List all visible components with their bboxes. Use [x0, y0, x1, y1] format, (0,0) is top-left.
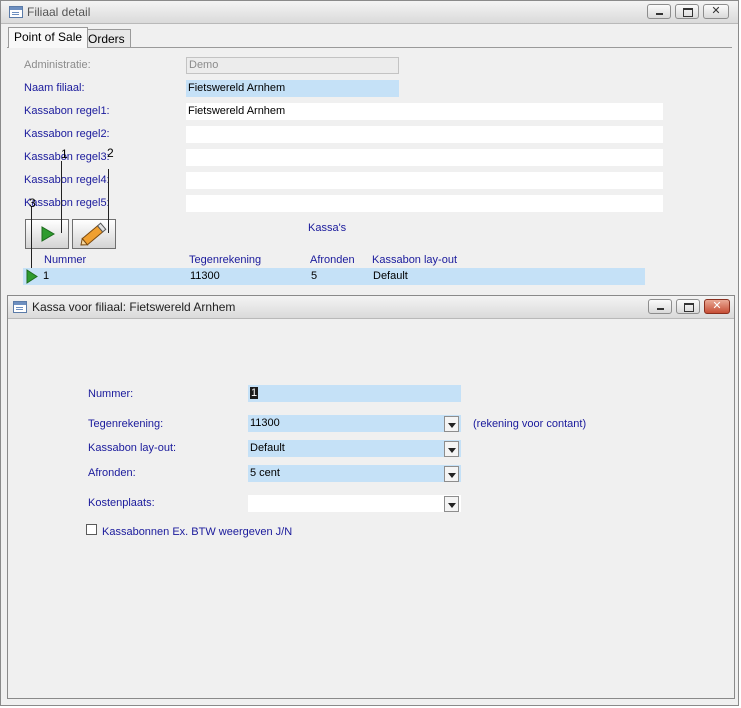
kassa-close-button[interactable] [704, 299, 730, 314]
callout-1: 1 [61, 147, 68, 161]
close-button[interactable] [703, 4, 729, 19]
ex-btw-checkbox[interactable] [86, 524, 97, 535]
maximize-button[interactable] [675, 4, 699, 19]
cell-kassabon-layout: Default [373, 270, 408, 282]
kassas-subform-title: Kassa's [308, 222, 347, 234]
kostenplaats-dropdown-arrow[interactable] [444, 496, 459, 512]
afronden-label: Afronden: [88, 467, 136, 479]
table-row[interactable] [23, 268, 645, 285]
minimize-button[interactable] [647, 4, 671, 19]
afronden-dropdown-arrow[interactable] [444, 466, 459, 482]
col-header-tegenrekening: Tegenrekening [189, 254, 262, 266]
form-window-icon [9, 6, 23, 18]
main-title-bar[interactable]: Filiaal detail [1, 1, 738, 24]
afronden-select[interactable]: 5 cent [248, 465, 461, 482]
kostenplaats-label: Kostenplaats: [88, 497, 155, 509]
naam-filiaal-input[interactable]: Fietswereld Arnhem [186, 80, 399, 97]
nummer-label: Nummer: [88, 388, 134, 400]
kassa-minimize-button[interactable] [648, 299, 672, 314]
ex-btw-checkbox-label[interactable]: Kassabonnen Ex. BTW weergeven J/N [102, 526, 292, 538]
tab-point-of-sale[interactable]: Point of Sale [8, 27, 89, 48]
col-header-kassabon-layout: Kassabon lay-out [372, 254, 457, 266]
administratie-label: Administratie: [24, 59, 91, 71]
col-header-afronden: Afronden [310, 254, 355, 266]
kassabon-layout-label: Kassabon lay-out: [88, 442, 177, 454]
cell-tegenrekening: 11300 [190, 270, 220, 282]
tegenrekening-hint: (rekening voor contant) [473, 418, 587, 430]
kassabon-regel4-label: Kassabon regel4: [24, 174, 110, 186]
kassabon-regel3-input[interactable] [186, 149, 663, 166]
tegenrekening-select[interactable]: 11300 [248, 415, 461, 432]
kostenplaats-select[interactable] [248, 495, 461, 512]
kassabon-regel2-input[interactable] [186, 126, 663, 143]
administratie-field: Demo [186, 57, 399, 74]
kassa-window: Kassa voor filiaal: Fietswereld Arnhem N… [7, 295, 735, 699]
tab-divider [7, 47, 732, 48]
callout-1-line [61, 161, 62, 233]
callout-3: 3 [29, 196, 36, 210]
nummer-value: 1 [250, 387, 259, 399]
form-window-icon [13, 301, 27, 313]
kassabon-regel2-label: Kassabon regel2: [24, 128, 110, 140]
col-header-nummer: Nummer [44, 254, 87, 266]
kassa-window-title: Kassa voor filiaal: Fietswereld Arnhem [32, 300, 236, 314]
kassa-maximize-button[interactable] [676, 299, 700, 314]
naam-filiaal-label: Naam filiaal: [24, 82, 85, 94]
tab-orders[interactable]: Orders [82, 29, 131, 47]
edit-kassa-button[interactable] [72, 219, 116, 249]
callout-2-line [108, 169, 109, 233]
kassabon-layout-select[interactable]: Default [248, 440, 461, 457]
kassabon-regel1-label: Kassabon regel1: [24, 105, 110, 117]
nummer-input[interactable]: 1 [248, 385, 461, 402]
kassabon-layout-dropdown-arrow[interactable] [444, 441, 459, 457]
kassabon-regel5-input[interactable] [186, 195, 663, 212]
tegenrekening-dropdown-arrow[interactable] [444, 416, 459, 432]
kassabon-regel4-input[interactable] [186, 172, 663, 189]
callout-2: 2 [107, 146, 114, 160]
tegenrekening-label: Tegenrekening: [88, 418, 164, 430]
cell-afronden: 5 [311, 270, 318, 282]
callout-3-line [31, 206, 32, 268]
kassa-title-bar[interactable]: Kassa voor filiaal: Fietswereld Arnhem [8, 296, 734, 319]
kassabon-regel5-label: Kassabon regel5: [24, 197, 110, 209]
kassabon-regel1-input[interactable]: Fietswereld Arnhem [186, 103, 663, 120]
record-pointer-icon [26, 269, 38, 284]
cell-nummer: 1 [43, 270, 50, 282]
main-window-title: Filiaal detail [27, 5, 91, 19]
